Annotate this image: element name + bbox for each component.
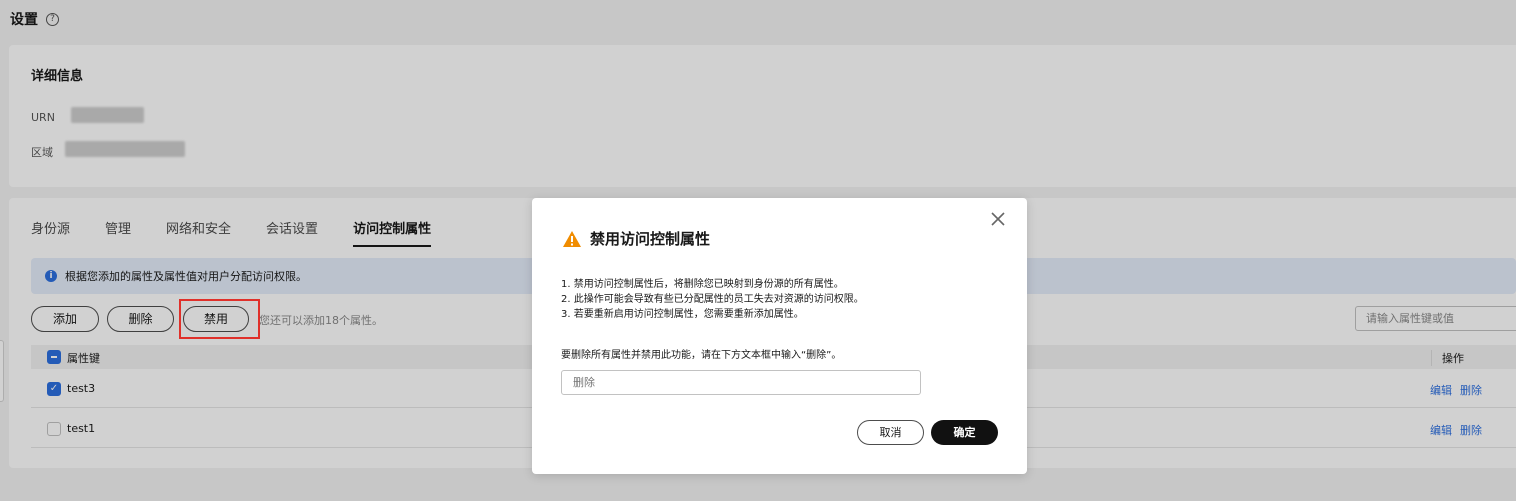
dialog-warning-item: 1. 禁用访问控制属性后，将删除您已映射到身份源的所有属性。 [561, 279, 844, 290]
dialog-title: 禁用访问控制属性 [590, 230, 711, 248]
dialog-warning-list: 1. 禁用访问控制属性后，将删除您已映射到身份源的所有属性。 2. 此操作可能会… [561, 277, 864, 322]
dialog-prompt: 要删除所有属性并禁用此功能，请在下方文本框中输入“删除”。 [561, 350, 842, 361]
confirm-input[interactable] [561, 370, 921, 395]
dialog-warning-item: 2. 此操作可能会导致有些已分配属性的员工失去对资源的访问权限。 [561, 294, 864, 305]
dialog-warning-item: 3. 若要重新启用访问控制属性，您需要重新添加属性。 [561, 309, 804, 320]
cancel-button[interactable]: 取消 [857, 420, 924, 445]
confirm-button[interactable]: 确定 [931, 420, 998, 445]
disable-dialog: 禁用访问控制属性 1. 禁用访问控制属性后，将删除您已映射到身份源的所有属性。 … [532, 198, 1027, 474]
close-icon[interactable] [989, 210, 1007, 228]
settings-page: 设置 ? 详细信息 URN 区域 身份源 管理 网络和安全 会话设置 访问控制属… [0, 0, 1516, 501]
warning-icon [563, 230, 581, 247]
dialog-header: 禁用访问控制属性 [562, 228, 710, 249]
highlight-frame [179, 299, 260, 339]
